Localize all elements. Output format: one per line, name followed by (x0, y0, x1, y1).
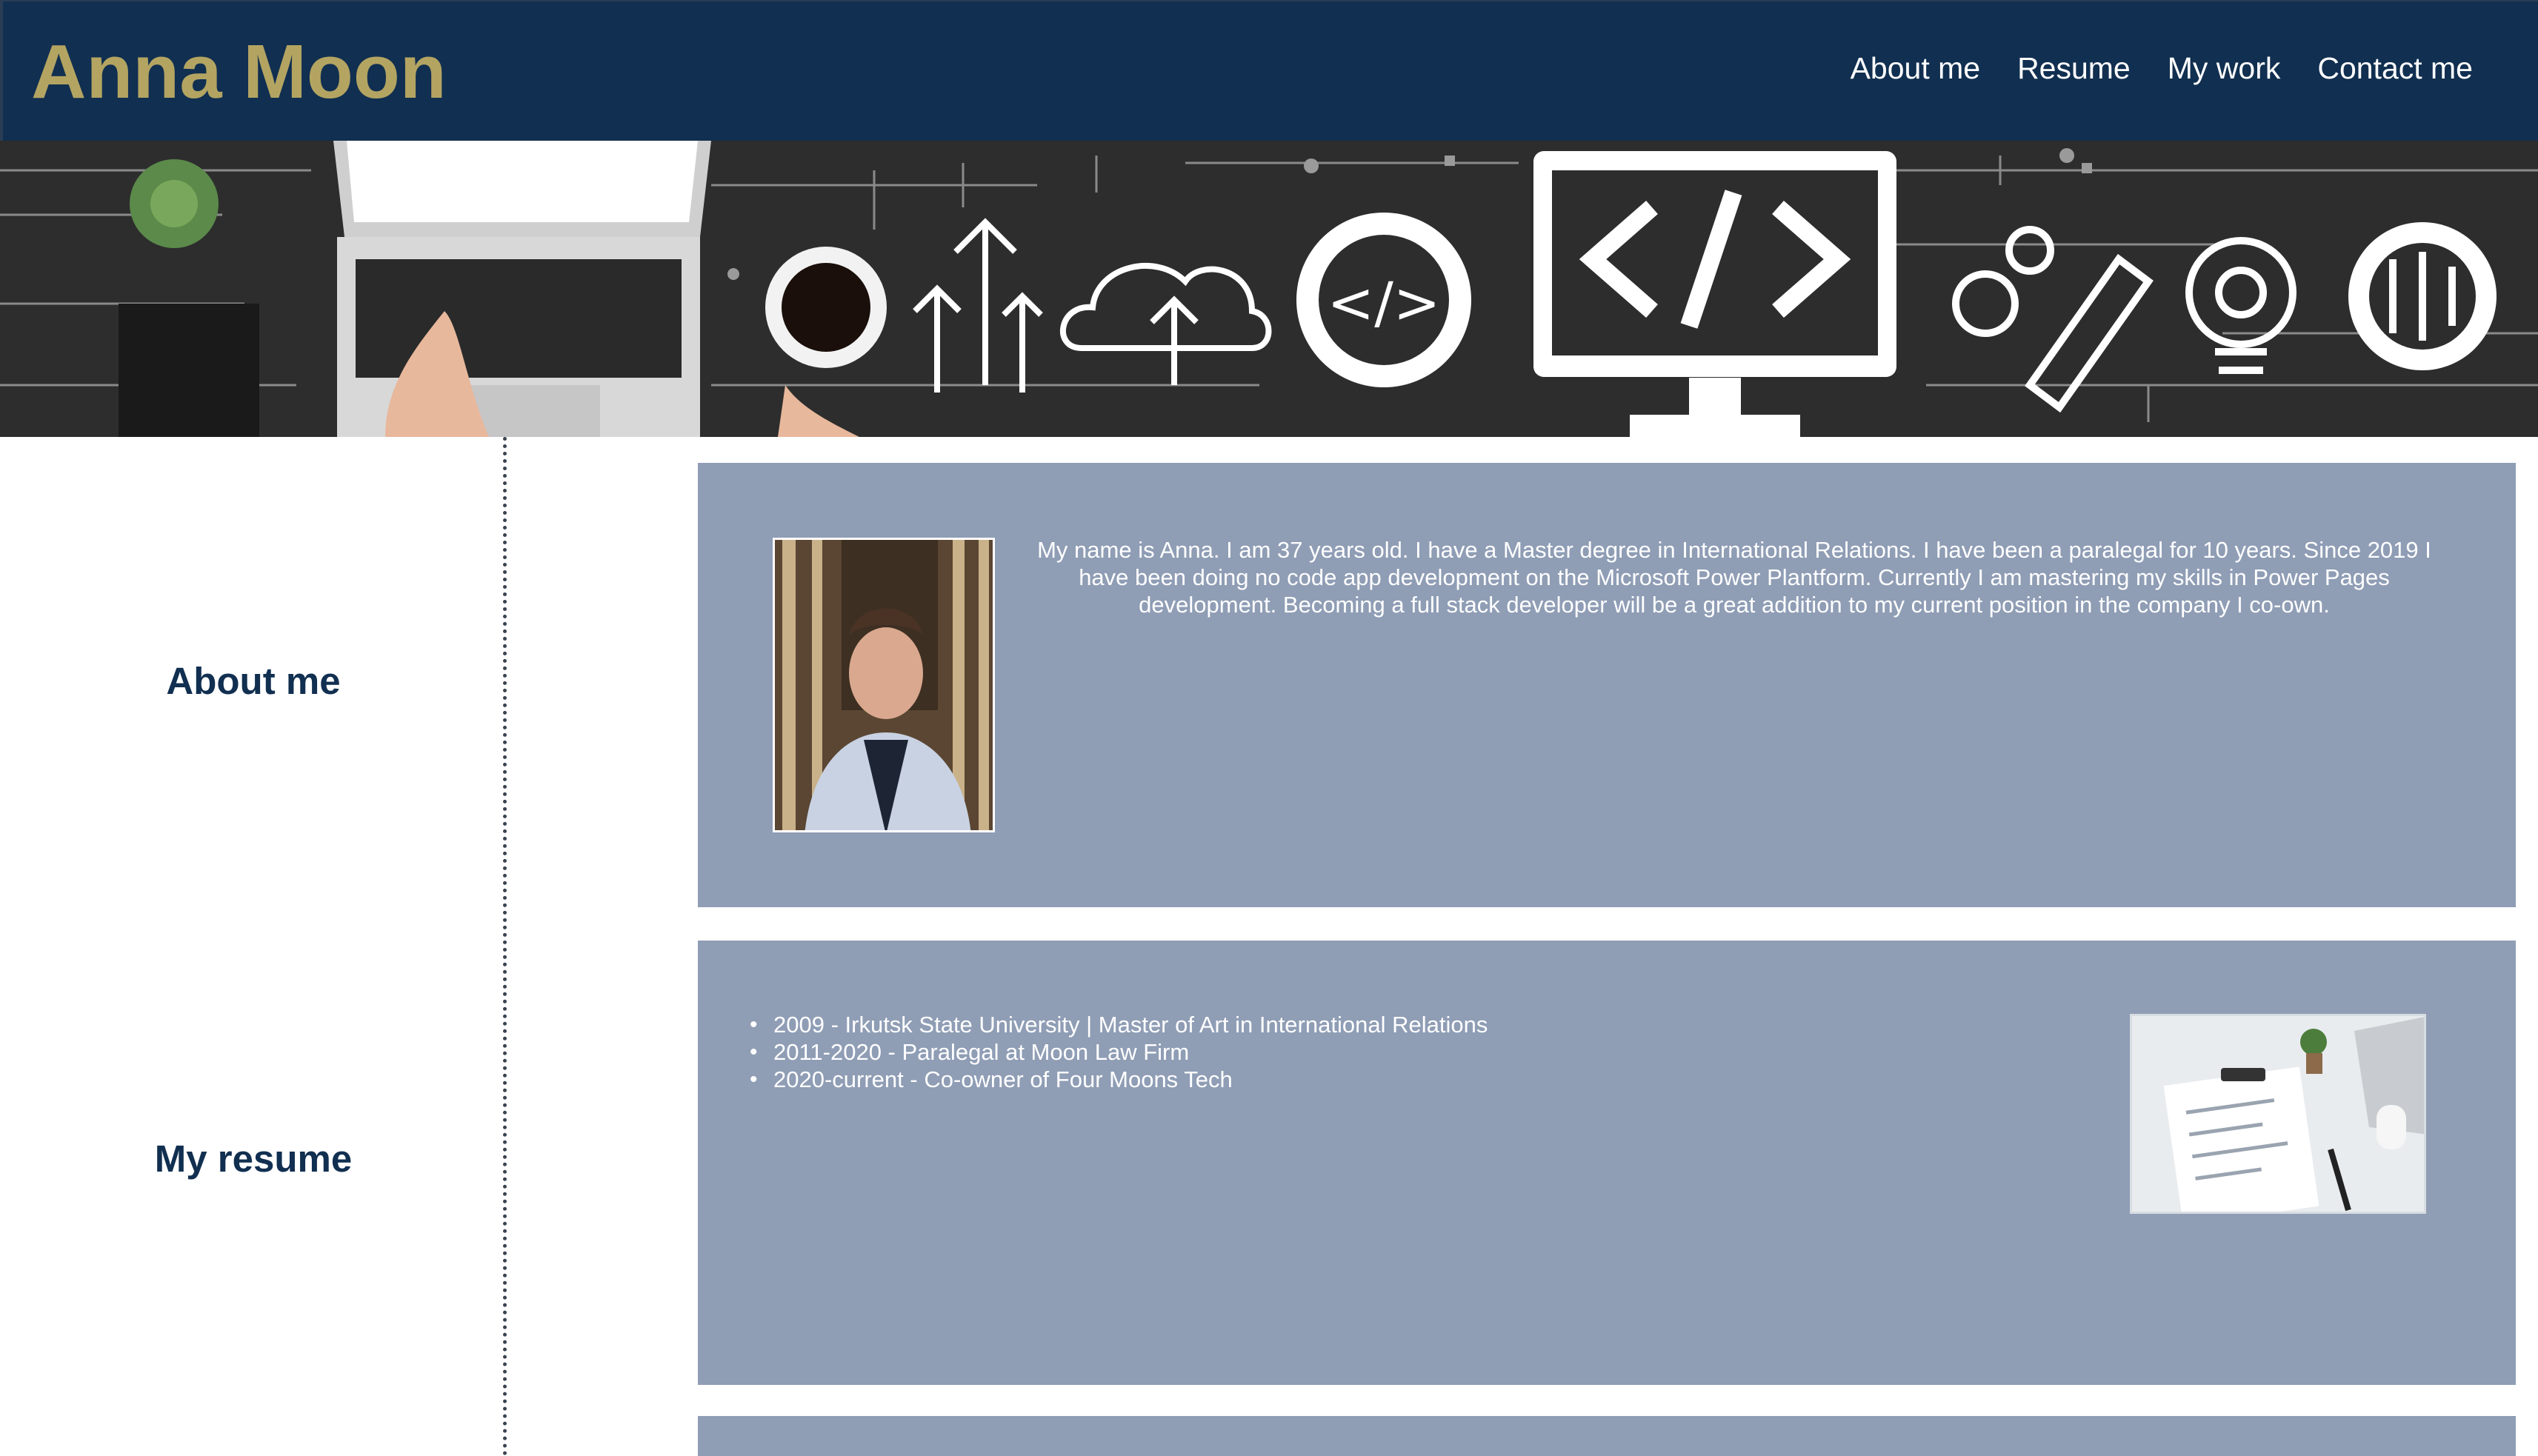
brand-name[interactable]: Anna Moon (31, 28, 447, 116)
resume-item: 2020-current - Co-owner of Four Moons Te… (750, 1066, 1935, 1093)
nav-contact-me[interactable]: Contact me (2317, 46, 2473, 90)
main-nav: About me Resume My work Contact me (1851, 46, 2473, 90)
gear-circuit-icon (2348, 222, 2497, 370)
resume-clipboard-photo (2130, 1014, 2426, 1214)
nav-about-me[interactable]: About me (1851, 46, 1981, 90)
nav-my-work[interactable]: My work (2168, 46, 2281, 90)
sidebar: About me My resume (0, 437, 507, 1456)
resume-section: 2009 - Irkutsk State University | Master… (698, 941, 2516, 1385)
gear-code-icon: </> (1296, 213, 1471, 387)
page: Anna Moon About me Resume My work Contac… (0, 0, 2538, 1456)
resume-list: 2009 - Irkutsk State University | Master… (750, 1011, 1935, 1093)
about-section: My name is Anna. I am 37 years old. I ha… (698, 463, 2516, 907)
laptop-icon (333, 141, 711, 437)
resume-item: 2011-2020 - Paralegal at Moon Law Firm (750, 1038, 1935, 1066)
hero-banner-image: </> (0, 141, 2538, 437)
resume-item: 2009 - Irkutsk State University | Master… (750, 1011, 1935, 1038)
site-header: Anna Moon About me Resume My work Contac… (0, 0, 2538, 141)
profile-photo (773, 538, 995, 832)
sidebar-resume-title: My resume (154, 1138, 353, 1180)
sidebar-about-title: About me (166, 660, 341, 702)
plant-icon (130, 159, 219, 248)
nav-resume[interactable]: Resume (2017, 46, 2131, 90)
about-description: My name is Anna. I am 37 years old. I ha… (1037, 537, 2431, 618)
next-section (698, 1416, 2516, 1456)
svg-text:</>: </> (1328, 270, 1441, 335)
